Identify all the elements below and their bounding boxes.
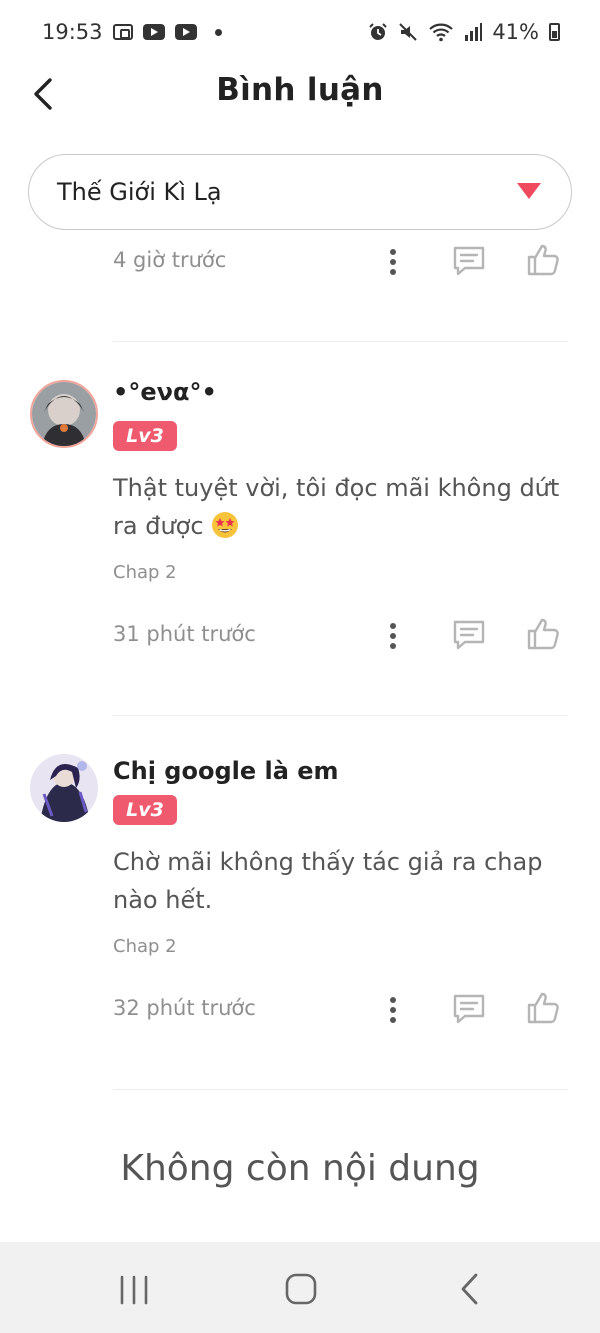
chapter-link[interactable]: Chap 2	[113, 936, 177, 957]
selector-value: Thế Giới Kì Lạ	[57, 178, 222, 206]
comment-item: Chị google là em Lv3 Chờ mãi không thấy …	[0, 715, 600, 1089]
mute-icon	[399, 23, 418, 41]
comment-username[interactable]: Chị google là em	[113, 757, 339, 785]
status-bar: 19:53 41%	[0, 0, 600, 64]
comment-time: 31 phút trước	[113, 622, 256, 646]
thumbs-up-icon[interactable]	[525, 242, 561, 278]
recent-apps-icon	[120, 1275, 148, 1305]
youtube-icon	[174, 24, 197, 40]
battery-icon	[549, 23, 560, 41]
reply-comment-icon[interactable]	[451, 244, 487, 280]
more-vertical-icon[interactable]	[381, 620, 405, 652]
triangle-down-icon	[517, 183, 541, 199]
comment-meta-row: 32 phút trước	[113, 988, 573, 1032]
comments-list[interactable]: 4 giờ trước •°eνα°• Lv3 Thật tuyệt vời, …	[0, 230, 600, 1242]
youtube-icon	[142, 24, 165, 40]
status-left: 19:53	[42, 20, 222, 44]
more-vertical-icon[interactable]	[381, 246, 405, 278]
header: Bình luận	[0, 64, 600, 124]
story-selector-dropdown[interactable]: Thế Giới Kì Lạ	[28, 154, 572, 230]
thumbs-up-icon[interactable]	[525, 990, 561, 1026]
level-badge: Lv3	[113, 421, 177, 451]
comment-username[interactable]: •°eνα°•	[113, 378, 217, 406]
wifi-icon	[429, 23, 454, 42]
comment-meta-row: 31 phút trước	[113, 614, 573, 658]
status-time: 19:53	[42, 20, 103, 44]
screen-record-icon	[112, 24, 133, 40]
comment-item: •°eνα°• Lv3 Thật tuyệt vời, tôi đọc mãi …	[0, 341, 600, 715]
reply-comment-icon[interactable]	[451, 992, 487, 1028]
recent-apps-button[interactable]	[104, 1264, 164, 1314]
notification-dot-icon	[214, 28, 222, 36]
comment-body: Thật tuyệt vời, tôi đọc mãi không dứt ra…	[113, 474, 560, 540]
comment-meta-row: 4 giờ trước	[113, 240, 573, 284]
avatar-image	[30, 754, 98, 822]
avatar-image	[32, 382, 96, 446]
avatar[interactable]	[30, 380, 98, 448]
divider	[113, 1089, 568, 1090]
back-icon	[461, 1273, 478, 1305]
signal-icon	[465, 23, 483, 41]
battery-percent: 41%	[492, 20, 539, 44]
chapter-link[interactable]: Chap 2	[113, 562, 177, 583]
thumbs-up-icon[interactable]	[525, 616, 561, 652]
comment-text: Thật tuyệt vời, tôi đọc mãi không dứt ra…	[113, 469, 573, 545]
page-title: Bình luận	[216, 72, 384, 108]
status-right: 41%	[368, 20, 560, 44]
system-back-button[interactable]	[440, 1264, 500, 1314]
home-icon	[285, 1273, 317, 1305]
comment-time: 4 giờ trước	[113, 248, 227, 272]
reply-comment-icon[interactable]	[451, 618, 487, 654]
home-button[interactable]	[271, 1264, 331, 1314]
star-struck-emoji-icon	[212, 512, 239, 538]
comments-screen: 19:53 41% Bình luận Thế Giới Kì Lạ 4 giờ…	[0, 0, 600, 1333]
comment-text: Chờ mãi không thấy tác giả ra chap nào h…	[113, 848, 543, 914]
system-navigation-bar	[0, 1242, 600, 1333]
level-badge: Lv3	[113, 795, 177, 825]
alarm-icon	[369, 23, 388, 40]
end-of-list-message: Không còn nội dung	[120, 1148, 480, 1189]
avatar[interactable]	[30, 754, 98, 822]
more-vertical-icon[interactable]	[381, 994, 405, 1026]
comment-time: 32 phút trước	[113, 996, 256, 1020]
